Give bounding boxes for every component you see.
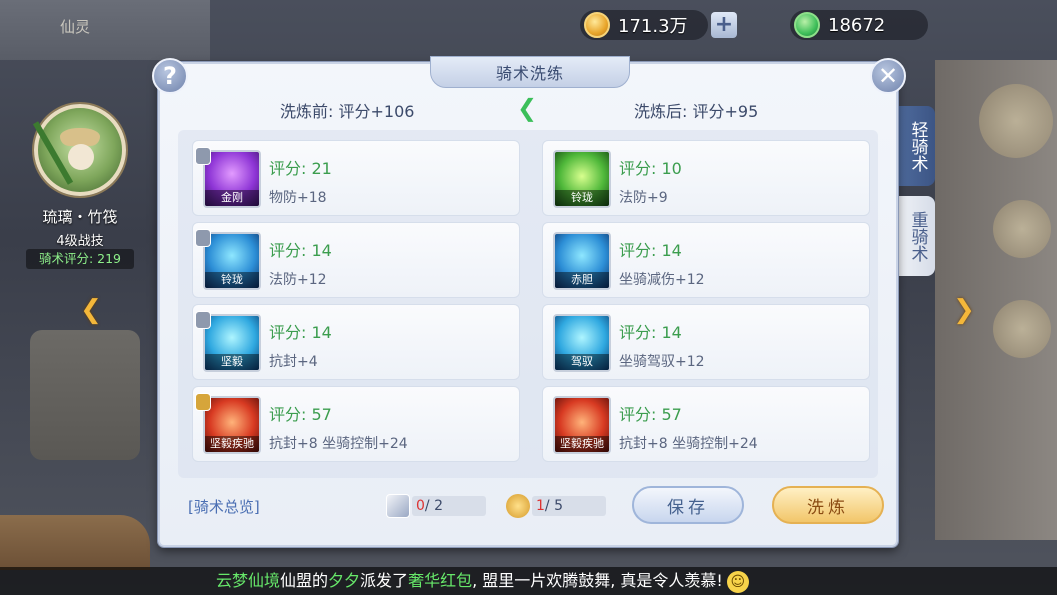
skill-attr: 抗封+4: [269, 354, 318, 370]
tab-light-riding[interactable]: 轻骑术: [899, 106, 935, 186]
riding-refine-dialog: 骑术洗练 ? ✕ 洗炼前: 评分+106 ❮ 洗炼后: 评分+95 金刚 评分:…: [152, 56, 906, 547]
bg-decor-circle: [993, 200, 1051, 258]
refine-counter-bar: 1/ 5: [532, 496, 606, 516]
lock-icon[interactable]: [195, 311, 211, 329]
broadcast-item: 奢华红包: [408, 571, 473, 590]
jade-value: 18672: [828, 14, 886, 36]
jade-currency: 18672: [790, 10, 928, 40]
skill-attr: 法防+12: [269, 272, 327, 288]
skill-score: 评分: 14: [619, 323, 682, 342]
tab-heavy-riding[interactable]: 重骑术: [899, 196, 935, 276]
before-skill-card: 铃珑 评分: 14 法防+12: [192, 222, 520, 298]
broadcast-text: 派发了: [360, 571, 409, 590]
jade-icon: [794, 12, 820, 38]
lock-count-total: / 2: [424, 498, 443, 514]
gold-coin-icon: [584, 12, 610, 38]
skill-grid: 金刚 评分: 21 物防+18 铃珑 评分: 14 法防+12 坚毅 评分: 1…: [178, 130, 878, 478]
character-name: 琉璃・竹筏: [42, 208, 118, 226]
bell-icon: [506, 494, 530, 518]
skill-icon: 坚毅疾驰: [553, 396, 611, 454]
broadcast-player: 夕夕: [328, 571, 361, 590]
skill-score: 评分: 57: [619, 405, 682, 424]
broadcast-server: 云梦仙境: [216, 571, 281, 590]
close-icon[interactable]: ✕: [870, 58, 906, 94]
riding-overview-link[interactable]: [骑术总览]: [188, 496, 260, 517]
add-gold-button[interactable]: +: [711, 12, 737, 38]
gold-currency: 171.3万: [580, 10, 708, 40]
character-score: 骑术评分: 219: [26, 249, 134, 269]
after-skill-card: 铃珑 评分: 10 法防+9: [542, 140, 870, 216]
tab-light-riding-label: 轻骑术: [907, 120, 928, 172]
dialog-title: 骑术洗练: [430, 56, 630, 88]
face-decor: [68, 144, 94, 170]
skill-score: 评分: 57: [269, 405, 332, 424]
top-left-banner: 仙灵: [0, 0, 210, 60]
skill-score: 评分: 10: [619, 159, 682, 178]
lock-icon[interactable]: [195, 393, 211, 411]
skill-tag: 坚毅疾驰: [555, 436, 609, 452]
tab-heavy-riding-label: 重骑术: [907, 210, 928, 262]
refine-count-total: / 5: [544, 498, 563, 514]
skill-tag: 驾驭: [555, 354, 609, 370]
refine-item-counter: 1/ 5: [506, 494, 606, 518]
lock-item-counter: 0/ 2: [386, 494, 486, 518]
skill-tag: 铃珑: [555, 190, 609, 206]
bg-left-bottom-card: [0, 515, 150, 570]
book-icon: [386, 494, 410, 518]
compare-arrow-icon: ❮: [516, 94, 538, 122]
skill-icon: 赤胆: [553, 232, 611, 290]
broadcast-bar: 云梦仙境仙盟的夕夕派发了奢华红包, 盟里一片欢腾鼓舞, 真是令人羡慕! ☺: [0, 567, 1057, 595]
broadcast-text: 仙盟的: [280, 571, 329, 590]
bg-decor-circle: [979, 84, 1053, 158]
before-score-header: 洗炼前: 评分+106: [280, 102, 415, 121]
skill-icon: 金刚: [203, 150, 261, 208]
skill-attr: 抗封+8 坐骑控制+24: [269, 436, 408, 452]
skill-score: 评分: 14: [619, 241, 682, 260]
prev-arrow-icon[interactable]: ❮: [80, 296, 102, 324]
skill-tag: 铃珑: [205, 272, 259, 288]
after-score-header: 洗炼后: 评分+95: [634, 102, 759, 121]
skill-attr: 抗封+8 坐骑控制+24: [619, 436, 758, 452]
skill-icon: 铃珑: [203, 232, 261, 290]
skill-icon: 坚毅疾驰: [203, 396, 261, 454]
skill-score: 评分: 21: [269, 159, 332, 178]
grin-emoji-icon: ☺: [726, 570, 749, 593]
skill-tag: 坚毅疾驰: [205, 436, 259, 452]
skill-attr: 物防+18: [269, 190, 327, 206]
lock-count-current: 0: [416, 498, 425, 514]
gold-value: 171.3万: [618, 16, 688, 37]
skill-attr: 坐骑驾驭+12: [619, 354, 705, 370]
after-skill-card: 赤胆 评分: 14 坐骑减伤+12: [542, 222, 870, 298]
refine-button[interactable]: 洗炼: [772, 486, 884, 524]
broadcast-text: , 盟里一片欢腾鼓舞, 真是令人羡慕!: [472, 571, 723, 590]
skill-icon: 坚毅: [203, 314, 261, 372]
bg-left-card: [30, 330, 140, 460]
skill-score: 评分: 14: [269, 323, 332, 342]
top-left-label: 仙灵: [60, 18, 91, 36]
character-level: 4级战技: [56, 234, 104, 249]
character-avatar[interactable]: [32, 104, 126, 196]
help-icon[interactable]: ?: [152, 58, 188, 94]
before-skill-card: 金刚 评分: 21 物防+18: [192, 140, 520, 216]
lock-icon[interactable]: [195, 147, 211, 165]
save-button[interactable]: 保存: [632, 486, 744, 524]
before-skill-card: 坚毅 评分: 14 抗封+4: [192, 304, 520, 380]
after-skill-card: 驾驭 评分: 14 坐骑驾驭+12: [542, 304, 870, 380]
before-skill-card: 坚毅疾驰 评分: 57 抗封+8 坐骑控制+24: [192, 386, 520, 462]
next-arrow-icon[interactable]: ❯: [953, 296, 975, 324]
skill-score: 评分: 14: [269, 241, 332, 260]
refine-count-current: 1: [536, 498, 545, 514]
after-skill-card: 坚毅疾驰 评分: 57 抗封+8 坐骑控制+24: [542, 386, 870, 462]
skill-tag: 金刚: [205, 190, 259, 206]
lock-counter-bar: 0/ 2: [412, 496, 486, 516]
skill-icon: 铃珑: [553, 150, 611, 208]
skill-attr: 法防+9: [619, 190, 668, 206]
skill-attr: 坐骑减伤+12: [619, 272, 705, 288]
skill-tag: 赤胆: [555, 272, 609, 288]
bg-decor-circle: [993, 300, 1051, 358]
lock-icon[interactable]: [195, 229, 211, 247]
skill-icon: 驾驭: [553, 314, 611, 372]
skill-tag: 坚毅: [205, 354, 259, 370]
